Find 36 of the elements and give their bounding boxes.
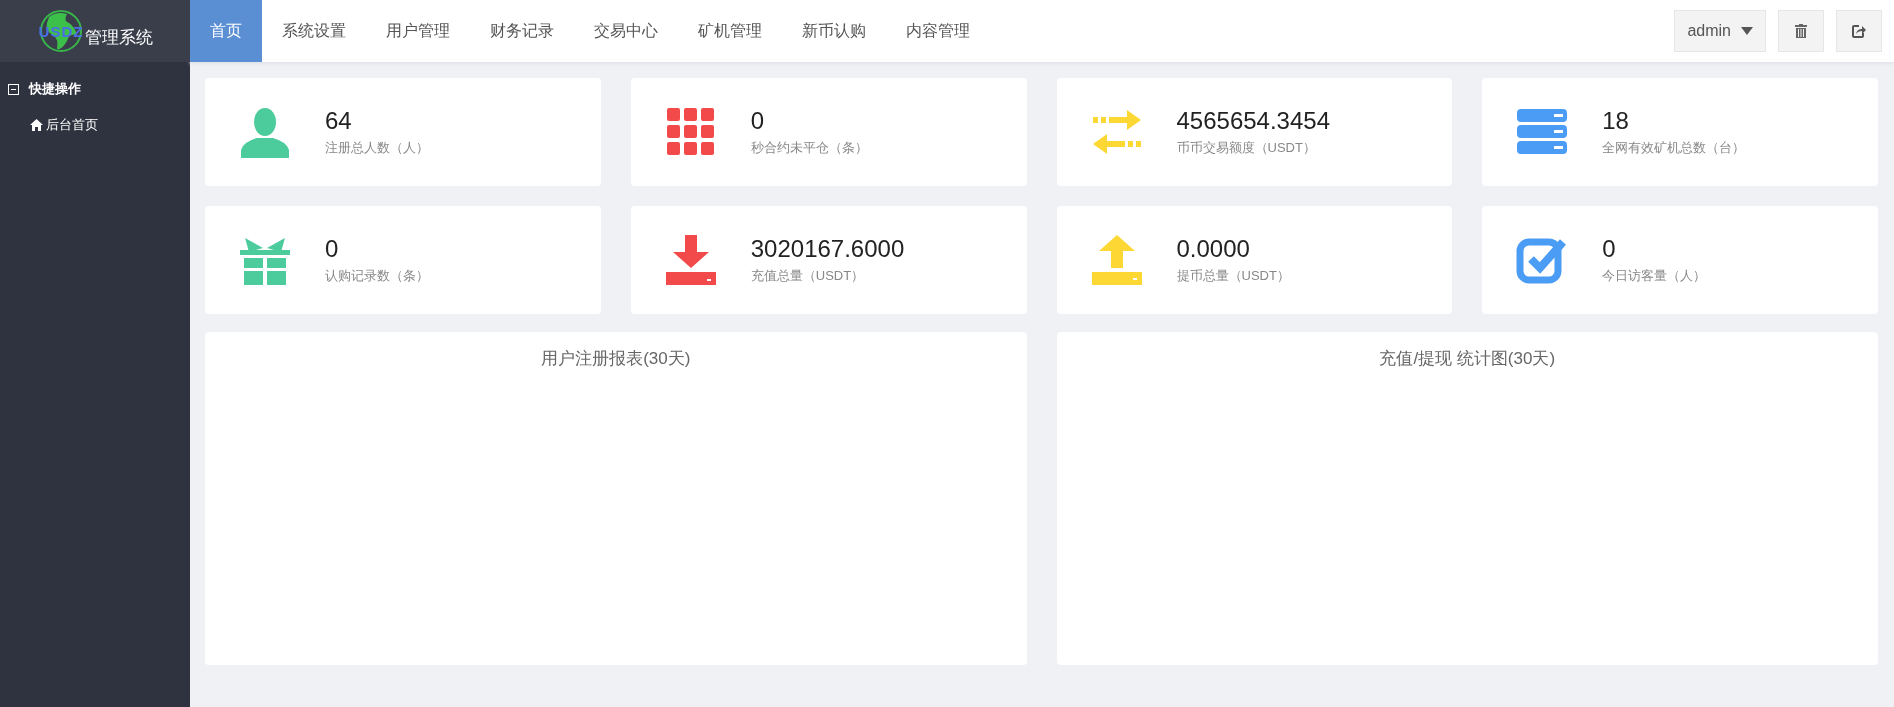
stat-label: 提币总量（USDT） (1176, 267, 1290, 285)
nav-tab[interactable]: 系统设置 (262, 0, 366, 62)
stat-value: 3020167.6000 (750, 235, 905, 263)
stat-value: 4565654.3454 (1176, 107, 1330, 135)
chart-title: 用户注册报表(30天) (541, 348, 691, 369)
home-icon (30, 119, 43, 131)
stat-value: 0.0000 (1176, 235, 1251, 263)
chart-title: 充值/提现 统计图(30天) (1379, 348, 1556, 369)
nav-tab[interactable]: 新币认购 (782, 0, 886, 62)
stat-label: 币币交易额度（USDT） (1176, 139, 1317, 157)
sidebar-item[interactable]: 后台首页 (0, 106, 190, 144)
stat-value: 0 (750, 107, 766, 135)
user-menu-button[interactable]: admin (1674, 10, 1766, 52)
nav-tab[interactable]: 用户管理 (366, 0, 470, 62)
sidebar-group[interactable]: 快捷操作 (0, 62, 190, 106)
nav-tab[interactable]: 交易中心 (574, 0, 678, 62)
trash-icon (1795, 24, 1807, 38)
nav-tab[interactable]: 矿机管理 (678, 0, 782, 62)
stat-value: 18 (1602, 107, 1630, 135)
group-label: 快捷操作 (29, 80, 81, 98)
stat-value: 64 (325, 107, 353, 135)
stat-label: 认购记录数（条） (325, 267, 429, 285)
share-icon (1852, 24, 1866, 38)
stat-label: 充值总量（USDT） (750, 267, 866, 285)
trash-button[interactable] (1778, 10, 1824, 52)
nav-tab[interactable]: 财务记录 (470, 0, 574, 62)
nav-tab[interactable]: 内容管理 (886, 0, 990, 62)
stat-label: 注册总人数（人） (325, 139, 429, 157)
stat-value: 0 (1602, 235, 1617, 263)
caret-icon (1741, 27, 1753, 35)
stat-label: 秒合约未平仓（条） (750, 139, 868, 157)
stat-label: 全网有效矿机总数（台） (1602, 139, 1746, 157)
logout-button[interactable] (1836, 10, 1882, 52)
stat-label: 今日访客量（人） (1602, 267, 1707, 285)
stat-value: 0 (325, 235, 340, 263)
system-title: 管理系统 (85, 26, 153, 49)
